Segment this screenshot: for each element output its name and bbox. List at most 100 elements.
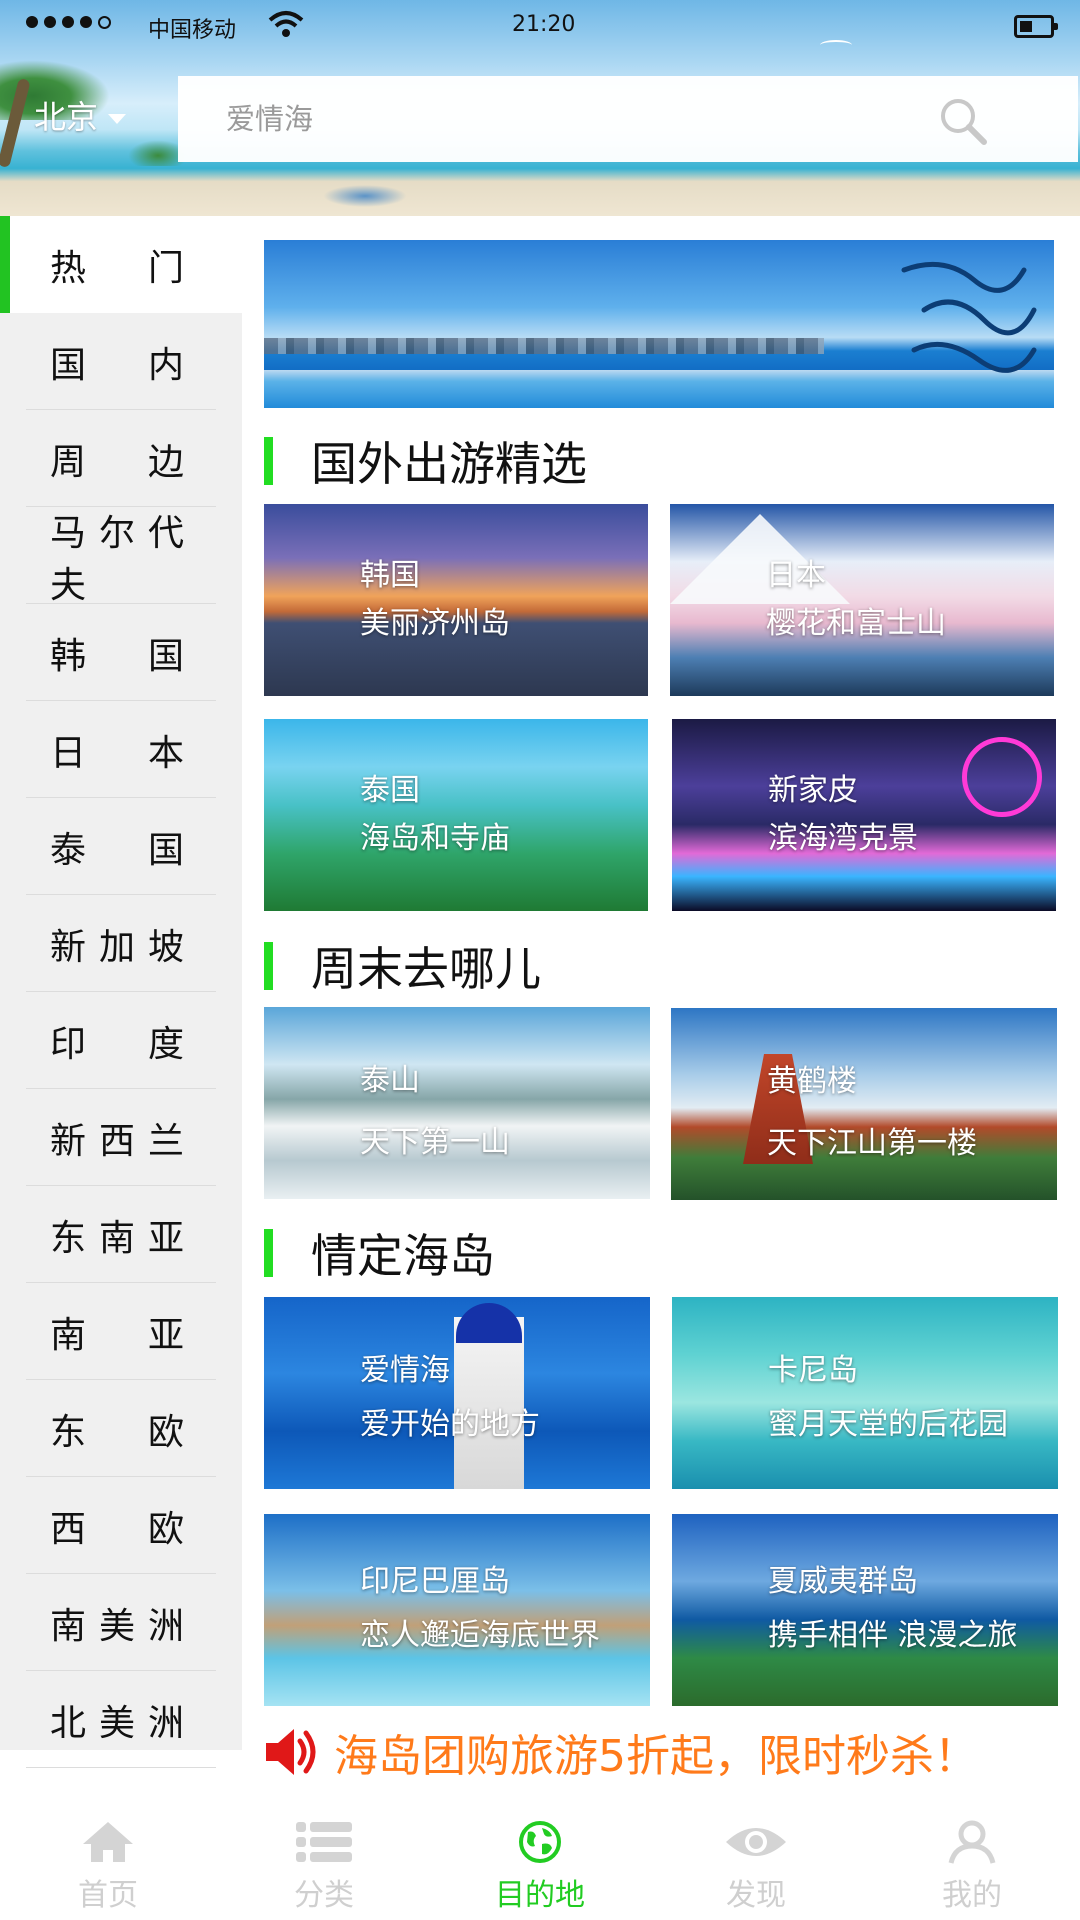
card-title: 印尼巴厘岛 [360, 1564, 510, 1599]
sidebar-item-label: 新加坡 [50, 926, 184, 968]
category-sidebar: 热门 国内 周边 马尔代夫 韩国 日本 泰国 新加坡 印度 新西兰 东南亚 南亚… [0, 216, 242, 1768]
sidebar-item-south-asia[interactable]: 南亚 [0, 1283, 242, 1380]
search-input[interactable] [224, 98, 828, 140]
tab-category[interactable]: 分类 [216, 1800, 432, 1920]
status-time: 21:20 [512, 12, 576, 37]
sidebar-item-eastern-europe[interactable]: 东欧 [0, 1380, 242, 1477]
tab-label: 目的地 [495, 1878, 585, 1913]
sidebar-item-label: 西欧 [50, 1508, 184, 1550]
sidebar-item-singapore[interactable]: 新加坡 [0, 895, 242, 992]
bottom-tab-bar: 首页 分类 目的地 发现 我的 [0, 1800, 1080, 1920]
sidebar-item-southeast-asia[interactable]: 东南亚 [0, 1186, 242, 1283]
destination-card-japan[interactable]: 日本 樱花和富士山 [670, 504, 1054, 696]
sidebar-item-label: 泰国 [50, 829, 184, 871]
sidebar-item-maldives[interactable]: 马尔代夫 [0, 507, 242, 606]
section-title-islands: 情定海岛 [264, 1220, 495, 1286]
sidebar-item-label: 东南亚 [50, 1217, 184, 1259]
sidebar-item-label: 国内 [50, 344, 184, 386]
sidebar-item-domestic[interactable]: 国内 [0, 313, 242, 410]
signal-strength-icon [26, 16, 111, 29]
section-title-text: 情定海岛 [311, 1229, 495, 1283]
section-title-text: 国外出游精选 [311, 437, 587, 491]
header-banner: 中国移动 21:20 北京 [0, 0, 1080, 216]
sidebar-item-label: 东欧 [50, 1411, 184, 1453]
search-bar[interactable] [178, 76, 1078, 162]
section-title-weekend: 周末去哪儿 [264, 933, 541, 999]
sidebar-item-label: 南美洲 [50, 1605, 184, 1647]
destination-card-singapore[interactable]: 新家皮 滨海湾克景 [672, 719, 1056, 911]
destination-card-thailand[interactable]: 泰国 海岛和寺庙 [264, 719, 648, 911]
tab-discover[interactable]: 发现 [648, 1800, 864, 1920]
tab-label: 首页 [78, 1878, 138, 1913]
sidebar-item-hot[interactable]: 热门 [0, 216, 242, 313]
sidebar-item-label: 韩国 [50, 635, 184, 677]
card-title: 日本 [766, 558, 826, 593]
sidebar-item-label: 热门 [50, 247, 184, 289]
card-subtitle: 美丽济州岛 [360, 606, 510, 641]
home-icon [83, 1822, 133, 1862]
battery-icon [1014, 15, 1058, 38]
sidebar-item-india[interactable]: 印度 [0, 992, 242, 1089]
sidebar-item-label: 新西兰 [50, 1120, 184, 1162]
destination-card-hawaii[interactable]: 夏威夷群岛 携手相伴 浪漫之旅 [672, 1514, 1058, 1706]
sidebar-item-label: 日本 [50, 732, 184, 774]
tab-home[interactable]: 首页 [0, 1800, 216, 1920]
status-bar: 中国移动 21:20 [0, 0, 1080, 52]
user-icon [948, 1820, 996, 1864]
card-subtitle: 滨海湾克景 [768, 821, 918, 856]
destination-card-yellow-crane-tower[interactable]: 黄鹤楼 天下江山第一楼 [671, 1008, 1057, 1200]
list-icon [296, 1822, 352, 1862]
tab-destination[interactable]: 目的地 [432, 1800, 648, 1920]
destination-card-bali[interactable]: 印尼巴厘岛 恋人邂逅海底世界 [264, 1514, 650, 1706]
blue-dome-decoration [456, 1303, 522, 1343]
carrier-name: 中国移动 [148, 18, 237, 43]
sidebar-item-japan[interactable]: 日本 [0, 701, 242, 798]
sidebar-item-new-zealand[interactable]: 新西兰 [0, 1089, 242, 1186]
city-skyline-decoration [264, 338, 824, 354]
tab-mine[interactable]: 我的 [864, 1800, 1080, 1920]
card-title: 韩国 [360, 558, 420, 593]
sidebar-item-nearby[interactable]: 周边 [0, 410, 242, 507]
destination-card-kani-island[interactable]: 卡尼岛 蜜月天堂的后花园 [672, 1297, 1058, 1489]
section-marker [264, 437, 273, 485]
city-selector[interactable]: 北京 [34, 92, 127, 138]
section-title-text: 周末去哪儿 [311, 942, 541, 996]
card-subtitle: 携手相伴 浪漫之旅 [768, 1618, 1018, 1653]
sidebar-item-label: 北美洲 [50, 1702, 184, 1744]
calligraphy-artwork [901, 261, 1037, 373]
sidebar-item-thailand[interactable]: 泰国 [0, 798, 242, 895]
card-subtitle: 爱开始的地方 [360, 1407, 540, 1442]
card-subtitle: 蜜月天堂的后花园 [768, 1407, 1008, 1442]
section-marker [264, 942, 273, 990]
card-title: 卡尼岛 [768, 1353, 858, 1388]
destination-card-taishan[interactable]: 泰山 天下第一山 [264, 1007, 650, 1199]
section-marker [264, 1229, 273, 1277]
card-subtitle: 海岛和寺庙 [360, 821, 510, 856]
destination-card-aegean-sea[interactable]: 爱情海 爱开始的地方 [264, 1297, 650, 1489]
card-title: 夏威夷群岛 [768, 1564, 918, 1599]
sidebar-item-north-america[interactable]: 北美洲 [0, 1671, 242, 1768]
sidebar-item-western-europe[interactable]: 西欧 [0, 1477, 242, 1574]
card-title: 泰国 [360, 773, 420, 808]
destination-card-korea[interactable]: 韩国 美丽济州岛 [264, 504, 648, 696]
speaker-icon [266, 1729, 316, 1775]
sidebar-item-label: 周边 [50, 441, 184, 483]
tab-label: 发现 [726, 1878, 786, 1913]
promo-announcement[interactable]: 海岛团购旅游5折起，限时秒杀！ [262, 1722, 1062, 1782]
caret-down-icon [108, 114, 127, 124]
section-title-abroad: 国外出游精选 [264, 428, 587, 494]
card-subtitle: 天下江山第一楼 [767, 1126, 977, 1161]
tab-label: 我的 [942, 1878, 1002, 1913]
tab-label: 分类 [294, 1878, 354, 1913]
card-title: 黄鹤楼 [767, 1064, 857, 1099]
card-title: 爱情海 [360, 1353, 450, 1388]
card-title: 泰山 [360, 1063, 420, 1098]
promo-banner-image[interactable] [264, 240, 1054, 408]
globe-icon [519, 1821, 561, 1863]
sidebar-item-korea[interactable]: 韩国 [0, 604, 242, 701]
sidebar-item-south-america[interactable]: 南美洲 [0, 1574, 242, 1671]
search-icon[interactable] [938, 96, 988, 146]
wifi-icon [268, 11, 304, 37]
sidebar-item-label: 马尔代夫 [50, 512, 184, 606]
promo-text: 海岛团购旅游5折起，限时秒杀！ [334, 1731, 978, 1782]
